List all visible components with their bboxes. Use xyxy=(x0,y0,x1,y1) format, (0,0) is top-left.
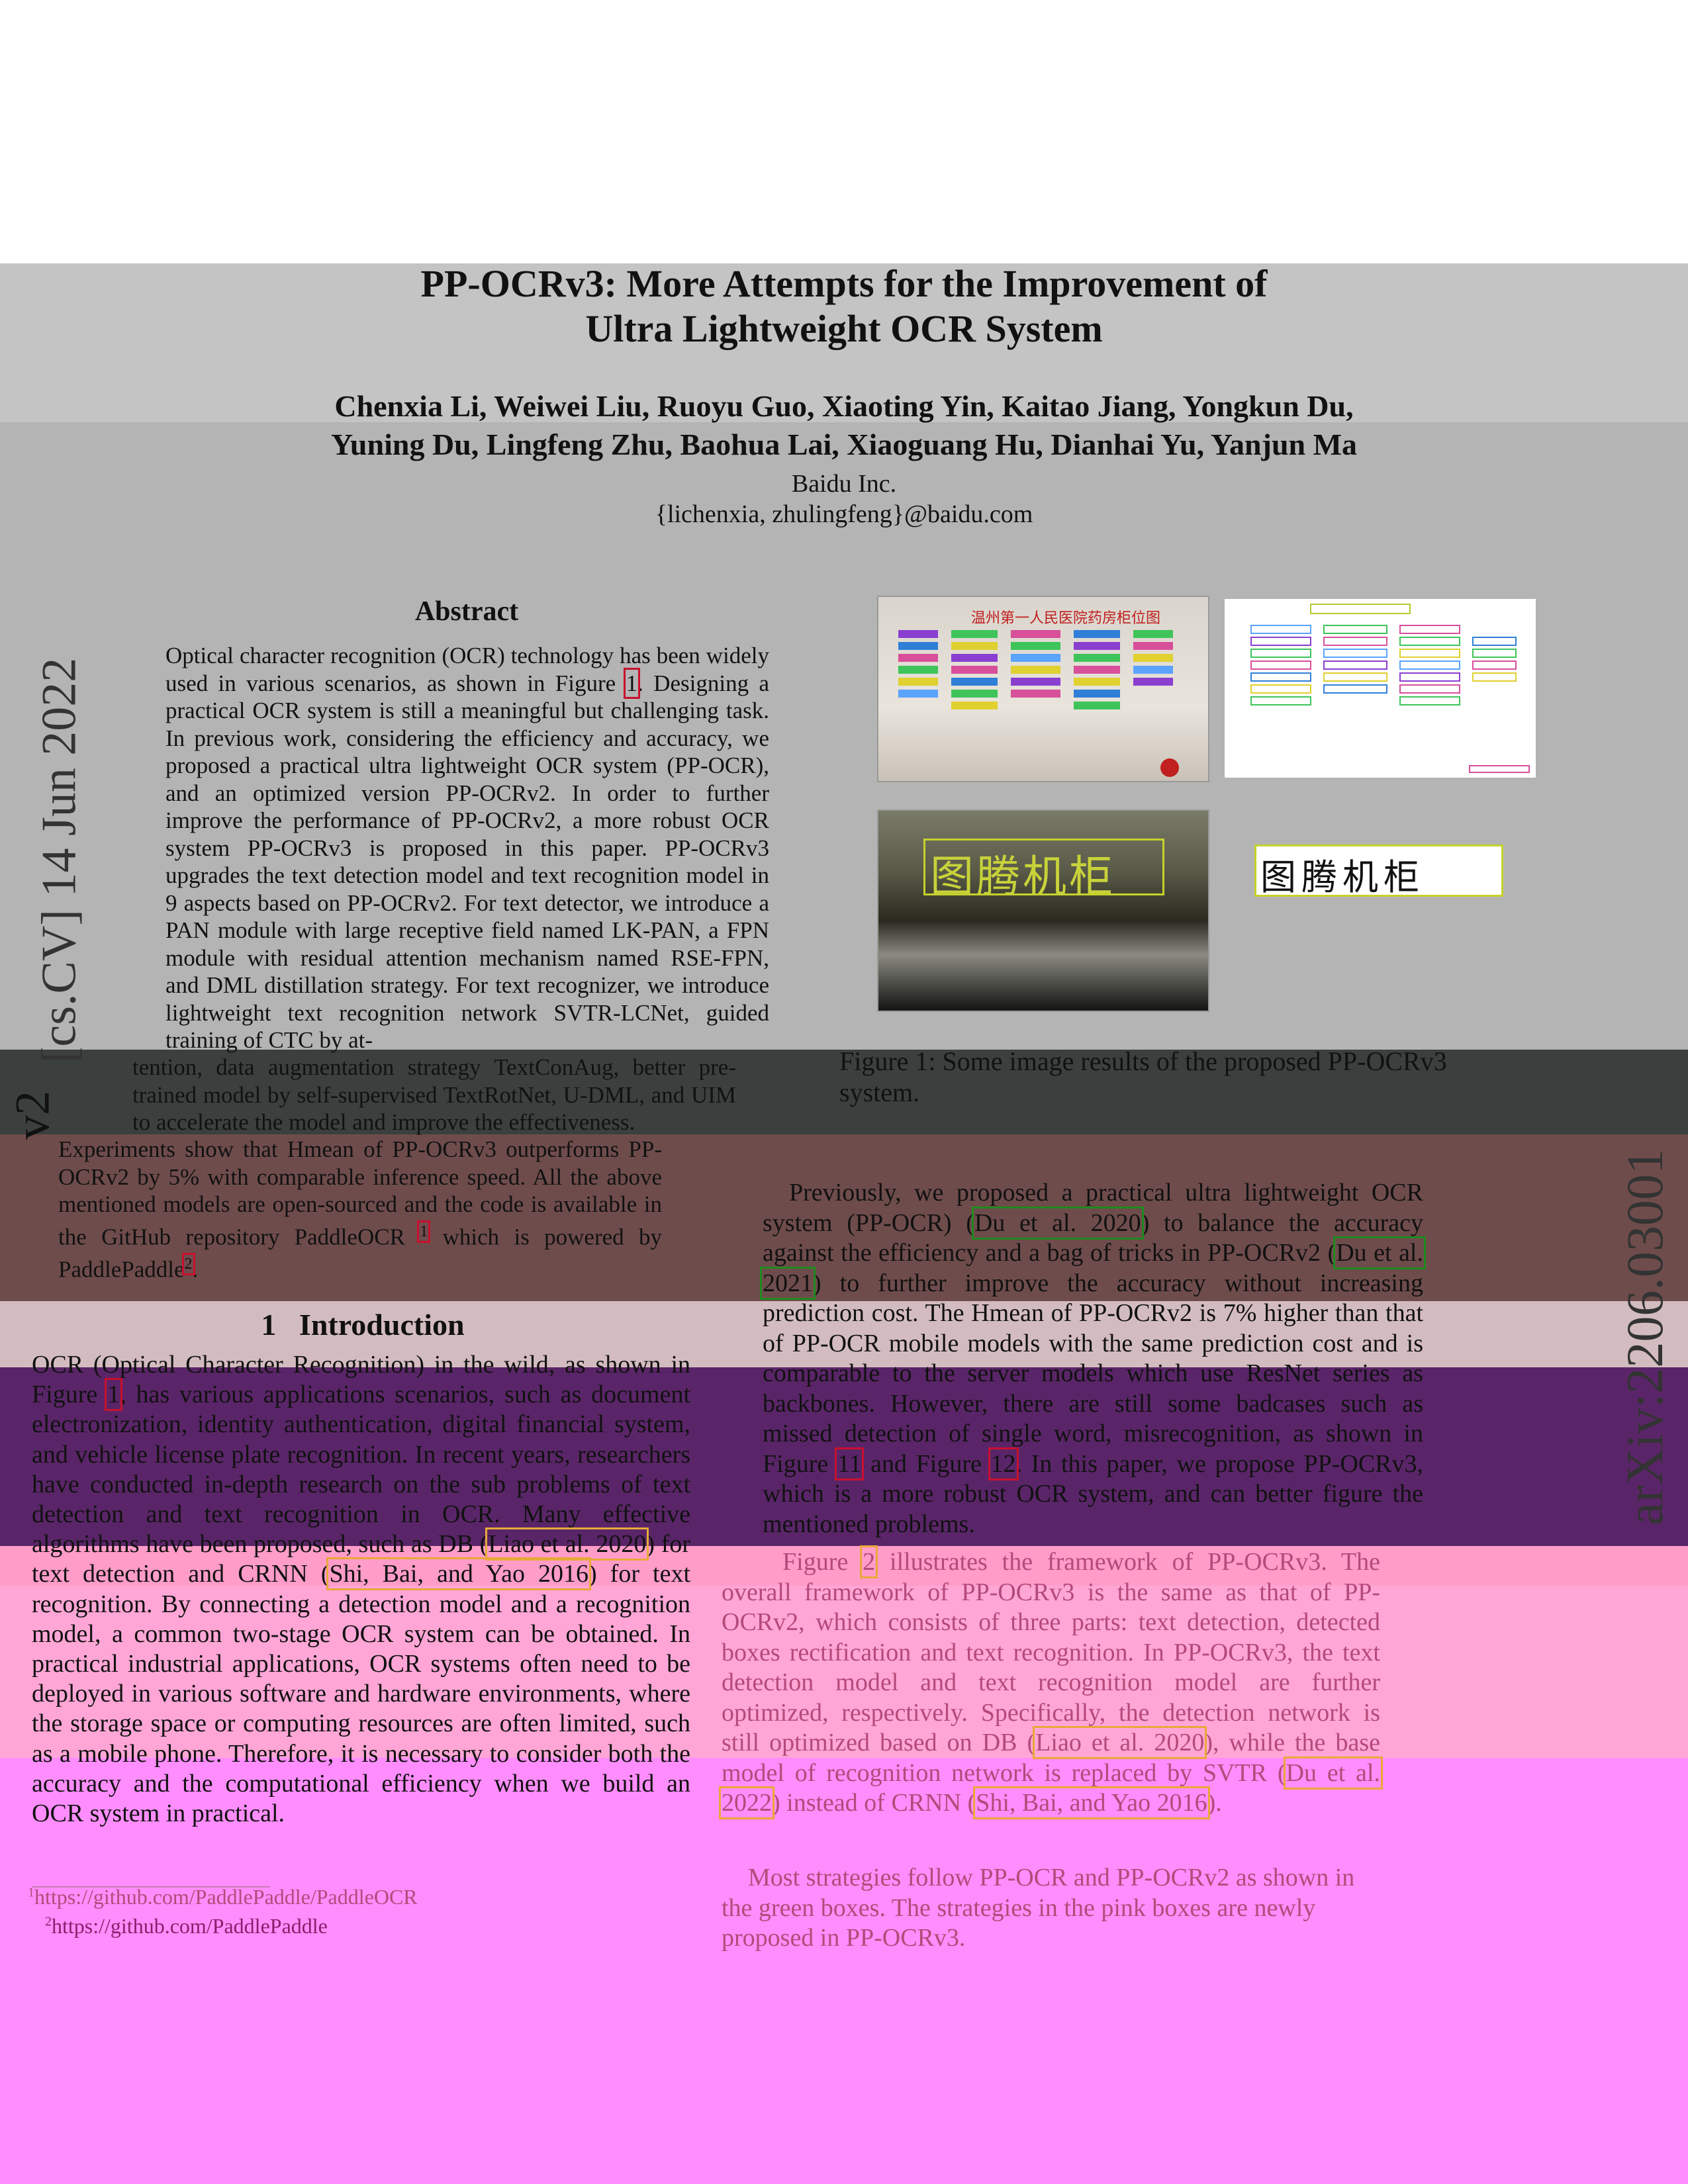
section-title: Introduction xyxy=(299,1308,465,1342)
figure-ref-link[interactable]: 1 xyxy=(105,1378,123,1412)
arxiv-id-stamp: arXiv:2206.03001 xyxy=(1602,1132,1688,1542)
board-text-boxes xyxy=(898,630,1179,777)
arxiv-date-stamp: [cs.CV] 14 Jun 2022 xyxy=(26,582,93,1138)
intro-text-d: ) for text recognition. By connecting a … xyxy=(32,1560,690,1828)
abstract-paragraph-2: tention, data augmentation strategy Text… xyxy=(132,1054,736,1136)
figure-ref-link[interactable]: 1 xyxy=(623,667,640,699)
cabinet-engraved-text: 图腾机柜 xyxy=(930,851,1115,902)
figure-ref-2[interactable]: 2 xyxy=(860,1545,878,1578)
right-paragraph-1: Previously, we proposed a practical ultr… xyxy=(760,1178,1426,1539)
footnote-1-mark: 1 xyxy=(28,1885,34,1900)
figure1-photo-board: 温州第一人民医院药房柜位图 xyxy=(877,596,1209,782)
board-result-boxes xyxy=(1250,604,1530,773)
citation-du-2020[interactable]: Du et al. 2020 xyxy=(971,1206,1144,1240)
right-text-2b: illustrates the framework of PP-OCRv3. T… xyxy=(722,1548,1380,1756)
footnote-ref-2[interactable]: 2 xyxy=(181,1252,195,1275)
arxiv-id: arXiv:2206.03001 xyxy=(1616,1148,1673,1525)
figure1-photo-cabinet: 图腾机柜 xyxy=(877,809,1209,1012)
footnote-1: 1https://github.com/PaddlePaddle/PaddleO… xyxy=(28,1885,418,1909)
right-text-2d: ) instead of CRNN ( xyxy=(772,1789,976,1817)
cabinet-recognized-text: 图腾机柜 xyxy=(1260,856,1425,898)
abstract-text-cont: . Designing a practical OCR system is st… xyxy=(165,670,770,1054)
figure-ref-11[interactable]: 11 xyxy=(834,1447,865,1480)
authors-line-2: Yuning Du, Lingfeng Zhu, Baohua Lai, Xia… xyxy=(330,428,1358,461)
footnote-1-url[interactable]: https://github.com/PaddlePaddle/PaddleOC… xyxy=(34,1885,418,1909)
affiliation-block: Baidu Inc. {lichenxia, zhulingfeng}@baid… xyxy=(0,469,1688,529)
figure1-result-board xyxy=(1225,599,1536,778)
right-text-c: ) to further improve the accuracy withou… xyxy=(763,1269,1423,1478)
footnote-2-url[interactable]: https://github.com/PaddlePaddle xyxy=(52,1914,328,1938)
title-line-2: Ultra Lightweight OCR System xyxy=(585,307,1103,350)
arxiv-version: v2 xyxy=(5,1091,60,1140)
right-text-d: and Figure xyxy=(861,1449,982,1478)
citation-liao-2020[interactable]: Liao et al. 2020 xyxy=(485,1527,649,1561)
author-email: {lichenxia, zhulingfeng}@baidu.com xyxy=(655,500,1033,528)
abstract-heading: Abstract xyxy=(414,596,519,627)
abstract-text-3c: . xyxy=(192,1256,199,1283)
right-paragraph-2: Figure 2 illustrates the framework of PP… xyxy=(718,1545,1383,1819)
figure-ref-12[interactable]: 12 xyxy=(988,1447,1019,1480)
authors-line-1: Chenxia Li, Weiwei Liu, Ruoyu Guo, Xiaot… xyxy=(334,389,1354,423)
paper-title: PP-OCRv3: More Attempts for the Improvem… xyxy=(0,261,1688,351)
citation-shi-2016[interactable]: Shi, Bai, and Yao 2016 xyxy=(326,1557,591,1591)
arxiv-category-date: [cs.CV] 14 Jun 2022 xyxy=(32,657,87,1064)
footnote-2-mark: 2 xyxy=(45,1914,52,1929)
abstract-paragraph-3: Experiments show that Hmean of PP-OCRv3 … xyxy=(58,1136,662,1283)
arxiv-version-stamp: v2 xyxy=(5,1085,60,1145)
title-line-1: PP-OCRv3: More Attempts for the Improvem… xyxy=(420,262,1268,305)
right-text-2e: ). xyxy=(1207,1789,1222,1817)
author-list: Chenxia Li, Weiwei Liu, Ruoyu Guo, Xiaot… xyxy=(0,387,1688,464)
citation-liao-2020-right[interactable]: Liao et al. 2020 xyxy=(1033,1726,1207,1759)
right-text-3: Most strategies follow PP-OCR and PP-OCR… xyxy=(722,1864,1355,1952)
figure1-caption: Figure 1: Some image results of the prop… xyxy=(839,1046,1447,1107)
right-paragraph-3: Most strategies follow PP-OCR and PP-OCR… xyxy=(722,1863,1380,1954)
footnote-ref-1[interactable]: 1 xyxy=(417,1220,431,1243)
abstract-paragraph-1: Optical character recognition (OCR) tech… xyxy=(165,642,769,1054)
intro-paragraph: OCR (Optical Character Recognition) in t… xyxy=(32,1350,690,1829)
figure1-result-cabinet: 图腾机柜 xyxy=(1254,844,1503,898)
section-heading-introduction: 1 Introduction xyxy=(32,1307,694,1342)
right-text-2a: Figure xyxy=(782,1548,849,1576)
section-number: 1 xyxy=(261,1308,277,1342)
abstract-text-2: tention, data augmentation strategy Text… xyxy=(132,1054,736,1135)
citation-shi-2016-right[interactable]: Shi, Bai, and Yao 2016 xyxy=(973,1786,1210,1819)
footnote-2: 2https://github.com/PaddlePaddle xyxy=(45,1914,328,1938)
affiliation: Baidu Inc. xyxy=(791,470,897,498)
